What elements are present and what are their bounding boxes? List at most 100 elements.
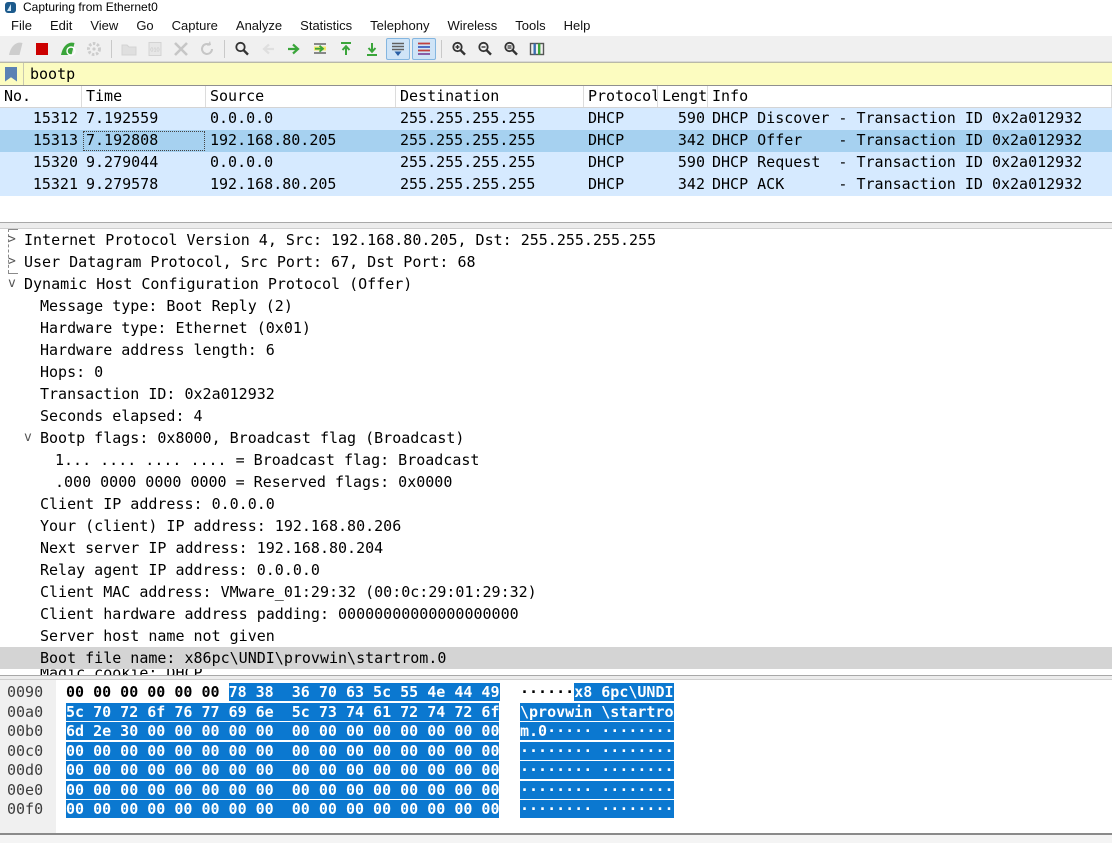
collapse-arrow-icon[interactable]: v — [24, 427, 32, 449]
window-title: Capturing from Ethernet0 — [23, 0, 158, 14]
hex-ascii[interactable]: ········ ········ — [520, 781, 674, 801]
zoom-in-icon[interactable] — [447, 38, 471, 60]
hex-ascii[interactable]: ········ ········ — [520, 742, 674, 762]
hex-ascii[interactable]: ······x8 6pc\UNDI — [520, 683, 674, 703]
cell-protocol: DHCP — [584, 174, 658, 196]
column-header-no[interactable]: No. — [0, 86, 82, 107]
detail-row-3[interactable]: Message type: Boot Reply (2) — [0, 295, 1112, 317]
hex-bytes[interactable]: 00 00 00 00 00 00 78 38 36 70 63 5c 55 4… — [66, 683, 506, 703]
bookmark-icon[interactable] — [5, 67, 17, 82]
hex-bytes[interactable]: 6d 2e 30 00 00 00 00 00 00 00 00 00 00 0… — [66, 722, 506, 742]
detail-row-13[interactable]: Your (client) IP address: 192.168.80.206 — [0, 515, 1112, 537]
cell-protocol: DHCP — [584, 130, 658, 152]
detail-row-1[interactable]: >User Datagram Protocol, Src Port: 67, D… — [0, 251, 1112, 273]
detail-text: Hardware type: Ethernet (0x01) — [0, 317, 311, 339]
open-file-icon — [117, 38, 141, 60]
zoom-out-icon[interactable] — [473, 38, 497, 60]
hex-row-00f0[interactable]: 00f000 00 00 00 00 00 00 00 00 00 00 00 … — [0, 800, 1112, 820]
cell-source: 0.0.0.0 — [206, 152, 396, 174]
column-header-time[interactable]: Time — [82, 86, 206, 107]
find-packet-icon[interactable] — [230, 38, 254, 60]
packet-row-15313[interactable]: 153137.192808192.168.80.205255.255.255.2… — [0, 130, 1112, 152]
expand-arrow-icon[interactable]: > — [8, 251, 16, 273]
hex-ascii[interactable]: ········ ········ — [520, 800, 674, 820]
go-top-icon[interactable] — [334, 38, 358, 60]
hex-row-00c0[interactable]: 00c000 00 00 00 00 00 00 00 00 00 00 00 … — [0, 742, 1112, 762]
hex-row-00a0[interactable]: 00a05c 70 72 6f 76 77 69 6e 5c 73 74 61 … — [0, 703, 1112, 723]
hex-ascii[interactable]: \provwin \startro — [520, 703, 674, 723]
go-to-packet-icon[interactable] — [308, 38, 332, 60]
cell-protocol: DHCP — [584, 152, 658, 174]
zoom-reset-icon[interactable] — [499, 38, 523, 60]
wireshark-logo-icon — [5, 2, 16, 13]
detail-row-16[interactable]: Client MAC address: VMware_01:29:32 (00:… — [0, 581, 1112, 603]
detail-row-7[interactable]: Transaction ID: 0x2a012932 — [0, 383, 1112, 405]
detail-row-6[interactable]: Hops: 0 — [0, 361, 1112, 383]
menu-view[interactable]: View — [81, 16, 127, 35]
resize-columns-icon[interactable] — [525, 38, 549, 60]
detail-row-8[interactable]: Seconds elapsed: 4 — [0, 405, 1112, 427]
collapse-arrow-icon[interactable]: v — [8, 273, 16, 295]
column-header-destination[interactable]: Destination — [396, 86, 584, 107]
hex-bytes[interactable]: 00 00 00 00 00 00 00 00 00 00 00 00 00 0… — [66, 781, 506, 801]
detail-row-18[interactable]: Server host name not given — [0, 625, 1112, 647]
detail-row-19[interactable]: Boot file name: x86pc\UNDI\provwin\start… — [0, 647, 1112, 669]
column-header-info[interactable]: Info — [708, 86, 1112, 107]
capture-restart-icon[interactable] — [56, 38, 80, 60]
pane-splitter-top[interactable] — [0, 222, 1112, 229]
hex-row-00d0[interactable]: 00d000 00 00 00 00 00 00 00 00 00 00 00 … — [0, 761, 1112, 781]
menu-capture[interactable]: Capture — [163, 16, 227, 35]
auto-scroll-icon[interactable] — [386, 38, 410, 60]
detail-row-2[interactable]: vDynamic Host Configuration Protocol (Of… — [0, 273, 1112, 295]
capture-stop-icon[interactable] — [30, 38, 54, 60]
cell-no: 15321 — [0, 174, 82, 196]
packet-row-15321[interactable]: 153219.279578192.168.80.205255.255.255.2… — [0, 174, 1112, 196]
display-filter-input[interactable] — [30, 63, 1112, 85]
detail-row-12[interactable]: Client IP address: 0.0.0.0 — [0, 493, 1112, 515]
detail-row-11[interactable]: .000 0000 0000 0000 = Reserved flags: 0x… — [0, 471, 1112, 493]
detail-text: Message type: Boot Reply (2) — [0, 295, 293, 317]
detail-row-10[interactable]: 1... .... .... .... = Broadcast flag: Br… — [0, 449, 1112, 471]
packet-list-header[interactable]: No.TimeSourceDestinationProtocolLengthIn… — [0, 86, 1112, 108]
hex-row-00b0[interactable]: 00b06d 2e 30 00 00 00 00 00 00 00 00 00 … — [0, 722, 1112, 742]
hex-row-0090[interactable]: 009000 00 00 00 00 00 78 38 36 70 63 5c … — [0, 683, 1112, 703]
detail-text: .000 0000 0000 0000 = Reserved flags: 0x… — [0, 471, 452, 493]
packet-row-15320[interactable]: 153209.2790440.0.0.0255.255.255.255DHCP5… — [0, 152, 1112, 174]
filter-bar[interactable] — [0, 62, 1112, 86]
column-header-protocol[interactable]: Protocol — [584, 86, 658, 107]
detail-row-4[interactable]: Hardware type: Ethernet (0x01) — [0, 317, 1112, 339]
hex-bytes[interactable]: 00 00 00 00 00 00 00 00 00 00 00 00 00 0… — [66, 800, 506, 820]
column-header-source[interactable]: Source — [206, 86, 396, 107]
packet-list-body: 153127.1925590.0.0.0255.255.255.255DHCP5… — [0, 108, 1112, 196]
menu-file[interactable]: File — [2, 16, 41, 35]
detail-row-17[interactable]: Client hardware address padding: 0000000… — [0, 603, 1112, 625]
detail-row-9[interactable]: vBootp flags: 0x8000, Broadcast flag (Br… — [0, 427, 1112, 449]
detail-row-14[interactable]: Next server IP address: 192.168.80.204 — [0, 537, 1112, 559]
menu-statistics[interactable]: Statistics — [291, 16, 361, 35]
menu-wireless[interactable]: Wireless — [438, 16, 506, 35]
expand-arrow-icon[interactable]: > — [8, 229, 16, 251]
menu-tools[interactable]: Tools — [506, 16, 554, 35]
hex-ascii[interactable]: ········ ········ — [520, 761, 674, 781]
hex-bytes[interactable]: 5c 70 72 6f 76 77 69 6e 5c 73 74 61 72 7… — [66, 703, 506, 723]
menu-help[interactable]: Help — [555, 16, 600, 35]
packet-row-15312[interactable]: 153127.1925590.0.0.0255.255.255.255DHCP5… — [0, 108, 1112, 130]
hex-bytes[interactable]: 00 00 00 00 00 00 00 00 00 00 00 00 00 0… — [66, 761, 506, 781]
menu-edit[interactable]: Edit — [41, 16, 81, 35]
cell-no: 15313 — [0, 130, 82, 152]
hex-row-00e0[interactable]: 00e000 00 00 00 00 00 00 00 00 00 00 00 … — [0, 781, 1112, 801]
detail-row-0[interactable]: >Internet Protocol Version 4, Src: 192.1… — [0, 229, 1112, 251]
go-forward-icon[interactable] — [282, 38, 306, 60]
column-header-length[interactable]: Length — [658, 86, 708, 107]
colorize-icon[interactable] — [412, 38, 436, 60]
hex-ascii[interactable]: m.0····· ········ — [520, 722, 674, 742]
menu-go[interactable]: Go — [127, 16, 162, 35]
detail-text: Seconds elapsed: 4 — [0, 405, 203, 427]
hex-bytes[interactable]: 00 00 00 00 00 00 00 00 00 00 00 00 00 0… — [66, 742, 506, 762]
detail-row-5[interactable]: Hardware address length: 6 — [0, 339, 1112, 361]
go-bottom-icon[interactable] — [360, 38, 384, 60]
menu-analyze[interactable]: Analyze — [227, 16, 291, 35]
menu-telephony[interactable]: Telephony — [361, 16, 438, 35]
cell-destination: 255.255.255.255 — [396, 108, 584, 130]
detail-row-15[interactable]: Relay agent IP address: 0.0.0.0 — [0, 559, 1112, 581]
